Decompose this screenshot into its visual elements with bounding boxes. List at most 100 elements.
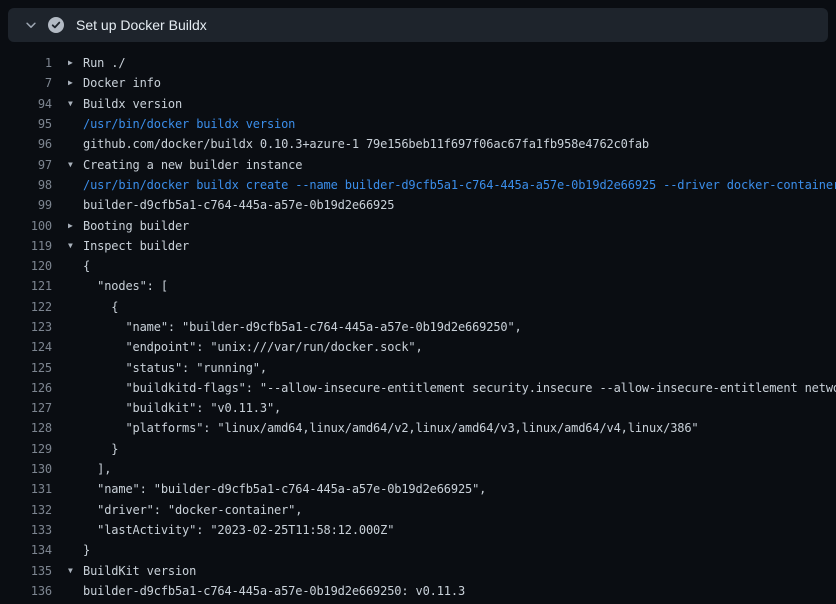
log-text-row: "name": "builder-d9cfb5a1-c764-445a-a57e… <box>68 320 836 334</box>
line-number[interactable]: 134 <box>8 543 52 557</box>
log-line: 130 ], <box>0 459 836 479</box>
log-line: 131 "name": "builder-d9cfb5a1-c764-445a-… <box>0 479 836 499</box>
log-text-row: /usr/bin/docker buildx version <box>68 117 836 131</box>
line-number[interactable]: 123 <box>8 320 52 334</box>
log-line: 126 "buildkitd-flags": "--allow-insecure… <box>0 378 836 398</box>
log-line: 136builder-d9cfb5a1-c764-445a-a57e-0b19d… <box>0 581 836 601</box>
chevron-down-icon[interactable] <box>18 12 44 38</box>
check-circle-icon <box>48 17 64 33</box>
log-text-row: "buildkitd-flags": "--allow-insecure-ent… <box>68 381 836 395</box>
log-line: 132 "driver": "docker-container", <box>0 500 836 520</box>
log-line: 96 github.com/docker/buildx 0.10.3+azure-… <box>0 134 836 154</box>
log-line: 95/usr/bin/docker buildx version <box>0 114 836 134</box>
log-line: 94 ▼Buildx version <box>0 94 836 114</box>
group-collapsed-arrow-icon[interactable]: ▶ <box>68 59 83 67</box>
log-line: 7 ▶Docker info <box>0 73 836 93</box>
group-title: BuildKit version <box>83 564 196 578</box>
line-number[interactable]: 95 <box>8 117 52 131</box>
log-line: 134} <box>0 540 836 560</box>
group-title: Run ./ <box>83 56 125 70</box>
log-line: 125 "status": "running", <box>0 357 836 377</box>
output-text: "platforms": "linux/amd64,linux/amd64/v2… <box>68 421 699 435</box>
command-text: /usr/bin/docker buildx create --name bui… <box>68 178 836 192</box>
group-title: Buildx version <box>83 97 182 111</box>
log-line: 127 "buildkit": "v0.11.3", <box>0 398 836 418</box>
log-text-row: "platforms": "linux/amd64,linux/amd64/v2… <box>68 421 836 435</box>
line-number[interactable]: 136 <box>8 584 52 598</box>
group-expanded-arrow-icon[interactable]: ▼ <box>68 242 83 250</box>
log-text-row: "status": "running", <box>68 361 836 375</box>
line-number[interactable]: 135 <box>8 564 52 578</box>
log-group-header[interactable]: ▼Buildx version <box>68 97 836 111</box>
log-lines: 1▶Run ./7▶Docker info94▼Buildx version95… <box>0 53 836 601</box>
group-title: Booting builder <box>83 219 189 233</box>
output-text: github.com/docker/buildx 0.10.3+azure-1 … <box>68 137 649 151</box>
log-group-header[interactable]: ▶Booting builder <box>68 219 836 233</box>
group-expanded-arrow-icon[interactable]: ▼ <box>68 161 83 169</box>
line-number[interactable]: 100 <box>8 219 52 233</box>
output-text: { <box>68 259 90 273</box>
log-line: 122 { <box>0 297 836 317</box>
log-group-header[interactable]: ▶Run ./ <box>68 56 836 70</box>
line-number[interactable]: 119 <box>8 239 52 253</box>
log-group-header[interactable]: ▶Docker info <box>68 76 836 90</box>
step-header[interactable]: Set up Docker Buildx <box>8 8 828 42</box>
log-line: 99 builder-d9cfb5a1-c764-445a-a57e-0b19d2… <box>0 195 836 215</box>
group-collapsed-arrow-icon[interactable]: ▶ <box>68 222 83 230</box>
log-line: 123 "name": "builder-d9cfb5a1-c764-445a-… <box>0 317 836 337</box>
log-text-row: "name": "builder-d9cfb5a1-c764-445a-a57e… <box>68 482 836 496</box>
line-number[interactable]: 129 <box>8 442 52 456</box>
log-text-row: ], <box>68 462 836 476</box>
log-line: 133 "lastActivity": "2023-02-25T11:58:12… <box>0 520 836 540</box>
output-text: builder-d9cfb5a1-c764-445a-a57e-0b19d2e6… <box>68 198 394 212</box>
line-number[interactable]: 120 <box>8 259 52 273</box>
line-number[interactable]: 128 <box>8 421 52 435</box>
output-text: "name": "builder-d9cfb5a1-c764-445a-a57e… <box>68 320 522 334</box>
log-line: 121 "nodes": [ <box>0 276 836 296</box>
output-text: } <box>68 543 90 557</box>
line-number[interactable]: 122 <box>8 300 52 314</box>
log-group-header[interactable]: ▼Creating a new builder instance <box>68 158 836 172</box>
log-line: 1 ▶Run ./ <box>0 53 836 73</box>
log-line: 98/usr/bin/docker buildx create --name b… <box>0 175 836 195</box>
log-text-row: "lastActivity": "2023-02-25T11:58:12.000… <box>68 523 836 537</box>
line-number[interactable]: 124 <box>8 340 52 354</box>
log-text-row: } <box>68 442 836 456</box>
line-number[interactable]: 97 <box>8 158 52 172</box>
line-number[interactable]: 1 <box>8 56 52 70</box>
line-number[interactable]: 96 <box>8 137 52 151</box>
output-text: "name": "builder-d9cfb5a1-c764-445a-a57e… <box>68 482 486 496</box>
line-number[interactable]: 94 <box>8 97 52 111</box>
line-number[interactable]: 125 <box>8 361 52 375</box>
line-number[interactable]: 121 <box>8 279 52 293</box>
group-expanded-arrow-icon[interactable]: ▼ <box>68 100 83 108</box>
line-number[interactable]: 133 <box>8 523 52 537</box>
log-line: 129 } <box>0 439 836 459</box>
line-number[interactable]: 131 <box>8 482 52 496</box>
log-viewer: Set up Docker Buildx 1▶Run ./7▶Docker in… <box>0 0 836 604</box>
group-title: Docker info <box>83 76 161 90</box>
log-text-row: "buildkit": "v0.11.3", <box>68 401 836 415</box>
log-text-row: { <box>68 259 836 273</box>
line-number[interactable]: 99 <box>8 198 52 212</box>
log-text-row: github.com/docker/buildx 0.10.3+azure-1 … <box>68 137 836 151</box>
log-text-row: "nodes": [ <box>68 279 836 293</box>
line-number[interactable]: 98 <box>8 178 52 192</box>
log-group-header[interactable]: ▼BuildKit version <box>68 564 836 578</box>
output-text: "buildkitd-flags": "--allow-insecure-ent… <box>68 381 836 395</box>
group-expanded-arrow-icon[interactable]: ▼ <box>68 567 83 575</box>
group-title: Inspect builder <box>83 239 189 253</box>
log-line: 100 ▶Booting builder <box>0 215 836 235</box>
log-line: 124 "endpoint": "unix:///var/run/docker.… <box>0 337 836 357</box>
command-text: /usr/bin/docker buildx version <box>68 117 295 131</box>
group-collapsed-arrow-icon[interactable]: ▶ <box>68 79 83 87</box>
log-text-row: builder-d9cfb5a1-c764-445a-a57e-0b19d2e6… <box>68 198 836 212</box>
line-number[interactable]: 130 <box>8 462 52 476</box>
log-line: 128 "platforms": "linux/amd64,linux/amd6… <box>0 418 836 438</box>
log-line: 135 ▼BuildKit version <box>0 560 836 580</box>
line-number[interactable]: 7 <box>8 76 52 90</box>
log-group-header[interactable]: ▼Inspect builder <box>68 239 836 253</box>
line-number[interactable]: 127 <box>8 401 52 415</box>
line-number[interactable]: 126 <box>8 381 52 395</box>
line-number[interactable]: 132 <box>8 503 52 517</box>
